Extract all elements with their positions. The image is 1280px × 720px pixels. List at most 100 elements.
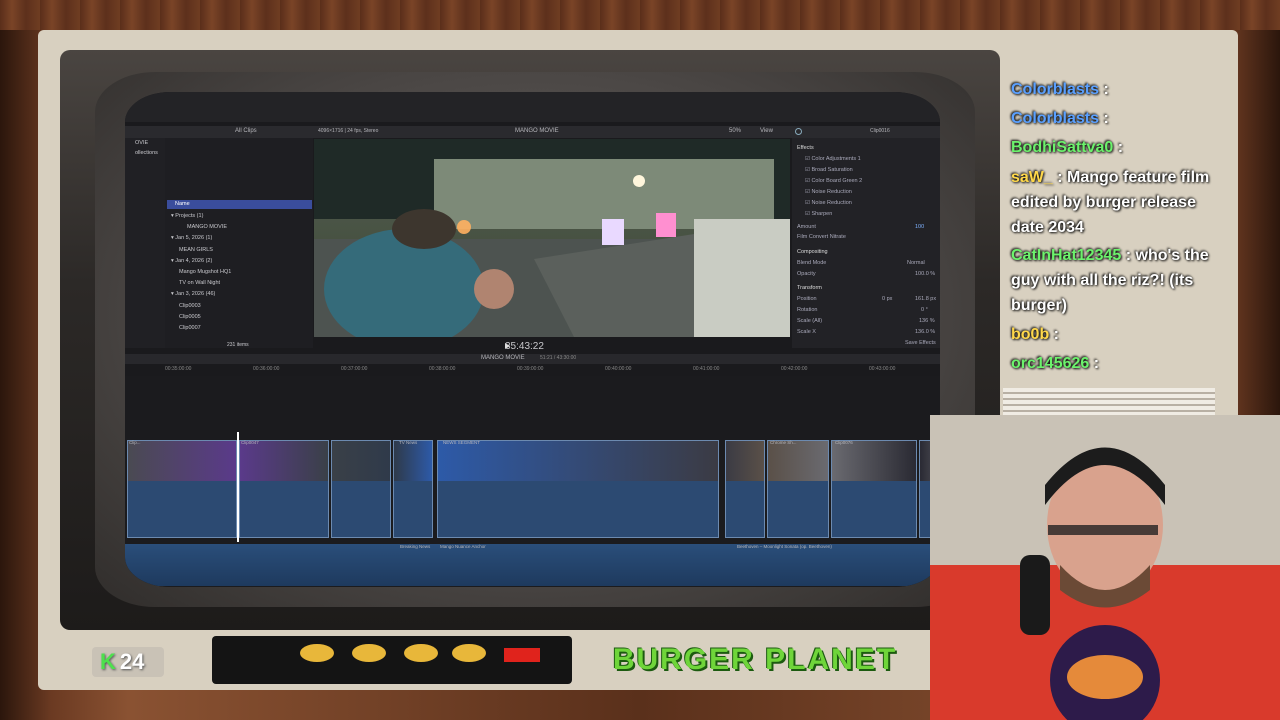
film-convert-label: Film Convert Nitrate: [797, 234, 846, 240]
sidebar-item-movie[interactable]: OVIE: [135, 140, 148, 146]
effect-item[interactable]: ☑ Color Adjustments 1: [797, 156, 937, 162]
mac-menubar: [125, 92, 940, 122]
video-clip[interactable]: [127, 440, 237, 538]
chat-username[interactable]: Colorblasts: [1011, 81, 1099, 98]
library-row[interactable]: Clip0007: [179, 325, 201, 331]
video-clip[interactable]: [331, 440, 391, 538]
save-effects-button[interactable]: Save Effects: [905, 340, 937, 346]
name-column[interactable]: Name: [175, 201, 190, 207]
k-icon: K: [100, 649, 116, 674]
view-menu[interactable]: View: [760, 128, 773, 134]
opacity-value[interactable]: 100.0 %: [915, 271, 937, 277]
chat-message: Colorblasts :: [1011, 110, 1109, 127]
chat-username[interactable]: Colorblasts: [1011, 110, 1099, 127]
scale-all-label: Scale (All): [797, 318, 823, 324]
ruler-tick-label: 00:40:00:00: [605, 366, 632, 372]
zoom-dropdown[interactable]: 50%: [729, 128, 741, 134]
ruler-tick-label: 00:38:00:00: [429, 366, 456, 372]
video-clip[interactable]: [725, 440, 765, 538]
chat-username[interactable]: CatInHat12345: [1011, 247, 1121, 264]
video-clip[interactable]: [393, 440, 433, 538]
clip-label: Clip0047: [241, 440, 259, 445]
library-row[interactable]: Clip0003: [179, 303, 201, 309]
ruler-tick-label: 00:37:00:00: [341, 366, 368, 372]
effect-item[interactable]: ☑ Sharpen: [797, 211, 937, 217]
stream-overlay: All Clips 4096×1716 | 24 fps, Stereo MAN…: [0, 0, 1280, 720]
ruler-tick-label: 00:42:00:00: [781, 366, 808, 372]
audio-clip-label: Beethoven – Moonlight Sonata (op. Beetho…: [737, 544, 832, 549]
chat-message: saW_ : Mango feature film edited by burg…: [1011, 169, 1210, 236]
dial-knob-icon: [352, 644, 386, 662]
viewer-title: MANGO MOVIE: [515, 128, 559, 134]
ruler-tick-label: 00:41:00:00: [693, 366, 720, 372]
wood-panel-top: [0, 0, 1280, 30]
libraries-sidebar: [125, 138, 165, 348]
clip-name: Clip0016: [870, 128, 890, 134]
chat-username[interactable]: bo0b: [1011, 326, 1049, 343]
playhead[interactable]: [237, 432, 239, 542]
ruler-tick-label: 00:39:00:00: [517, 366, 544, 372]
play-icon[interactable]: [505, 343, 510, 349]
video-clip[interactable]: [831, 440, 917, 538]
library-row[interactable]: ▾ Jan 3, 2026 (46): [171, 291, 215, 297]
chat-username[interactable]: saW_: [1011, 169, 1053, 186]
library-row[interactable]: MANGO MOVIE: [187, 224, 227, 230]
chat-username[interactable]: orc145626: [1011, 355, 1089, 372]
position-y-value[interactable]: 161.8 px: [915, 296, 937, 302]
ruler-tick-label: 00:36:00:00: [253, 366, 280, 372]
effect-item[interactable]: ☑ Noise Reduction: [797, 189, 937, 195]
effect-item[interactable]: ☑ Broad Saturation: [797, 167, 937, 173]
amount-value[interactable]: 100: [915, 224, 937, 230]
rotation-value[interactable]: 0 °: [921, 307, 937, 313]
sidebar-item-collections[interactable]: ollections: [135, 150, 158, 156]
video-clip[interactable]: [767, 440, 829, 538]
timeline-title[interactable]: MANGO MOVIE: [481, 355, 525, 361]
ruler-tick-label: 00:43:00:00: [869, 366, 896, 372]
chat-username[interactable]: BodhiSattva0: [1011, 139, 1113, 156]
chat-panel: Colorblasts : Colorblasts : BodhiSattva0…: [1003, 65, 1215, 385]
clip-label: Chrome Sh...: [770, 440, 797, 445]
inspector-content: Effects ☑ Color Adjustments 1 ☑ Broad Sat…: [797, 142, 937, 347]
channel-title: BURGER PLANET: [612, 643, 898, 676]
browser-filter[interactable]: All Clips: [235, 128, 257, 134]
audio-waveform[interactable]: [125, 544, 940, 586]
chat-message: BodhiSattva0 :: [1011, 139, 1124, 156]
scale-x-value[interactable]: 136.0 %: [915, 329, 937, 335]
inspector-info-icon[interactable]: [795, 128, 802, 135]
effect-item[interactable]: ☑ Noise Reduction: [797, 200, 937, 206]
transform-heading: Transform: [797, 285, 822, 291]
audio-clip-label: Breaking News: [400, 544, 431, 549]
library-row[interactable]: MEAN GIRLS: [179, 247, 213, 253]
video-clip[interactable]: [239, 440, 329, 538]
editor-screen: All Clips 4096×1716 | 24 fps, Stereo MAN…: [125, 92, 940, 587]
item-count: 231 items: [227, 342, 249, 348]
library-row[interactable]: ▾ Jan 5, 2026 (1): [171, 235, 212, 241]
webcam-feed: [930, 415, 1280, 720]
chat-message: CatInHat12345 : who's the guy with all t…: [1011, 247, 1209, 314]
format-info: 4096×1716 | 24 fps, Stereo: [318, 128, 379, 134]
chat-message: bo0b :: [1011, 326, 1059, 343]
chat-message: orc145626 :: [1011, 355, 1100, 372]
power-light-icon: [504, 648, 540, 662]
clip-label: NEWS SEGMENT: [443, 440, 481, 445]
library-row[interactable]: Mango Mugshot HQ1: [179, 269, 231, 275]
clip-label: Clip...: [129, 440, 141, 445]
blend-mode-value[interactable]: Normal: [907, 260, 937, 266]
inspector-effects-heading: Effects: [797, 145, 814, 151]
list-header: Name: [167, 200, 312, 209]
library-row[interactable]: TV on Wall Night: [179, 280, 220, 286]
night-street-scene: [314, 139, 790, 337]
viewer-video-frame: [314, 139, 790, 337]
library-row[interactable]: Clip0005: [179, 314, 201, 320]
dial-knob-icon: [452, 644, 486, 662]
timeline-duration: 51:21 / 43:30:00: [540, 355, 577, 361]
effect-item[interactable]: ☑ Color Board Green 2: [797, 178, 937, 184]
audio-clip-label: Mango Nuance Anchor: [440, 544, 486, 549]
k-count: 24: [119, 649, 145, 674]
clip-label: Clip0076: [835, 440, 853, 445]
library-row[interactable]: ▾ Projects (1): [171, 213, 203, 219]
video-clip[interactable]: [437, 440, 719, 538]
scale-all-value[interactable]: 136 %: [919, 318, 937, 324]
timeline-ruler[interactable]: 00:35:00:00 00:36:00:00 00:37:00:00 00:38:0…: [125, 366, 940, 376]
library-row[interactable]: ▾ Jan 4, 2026 (2): [171, 258, 212, 264]
